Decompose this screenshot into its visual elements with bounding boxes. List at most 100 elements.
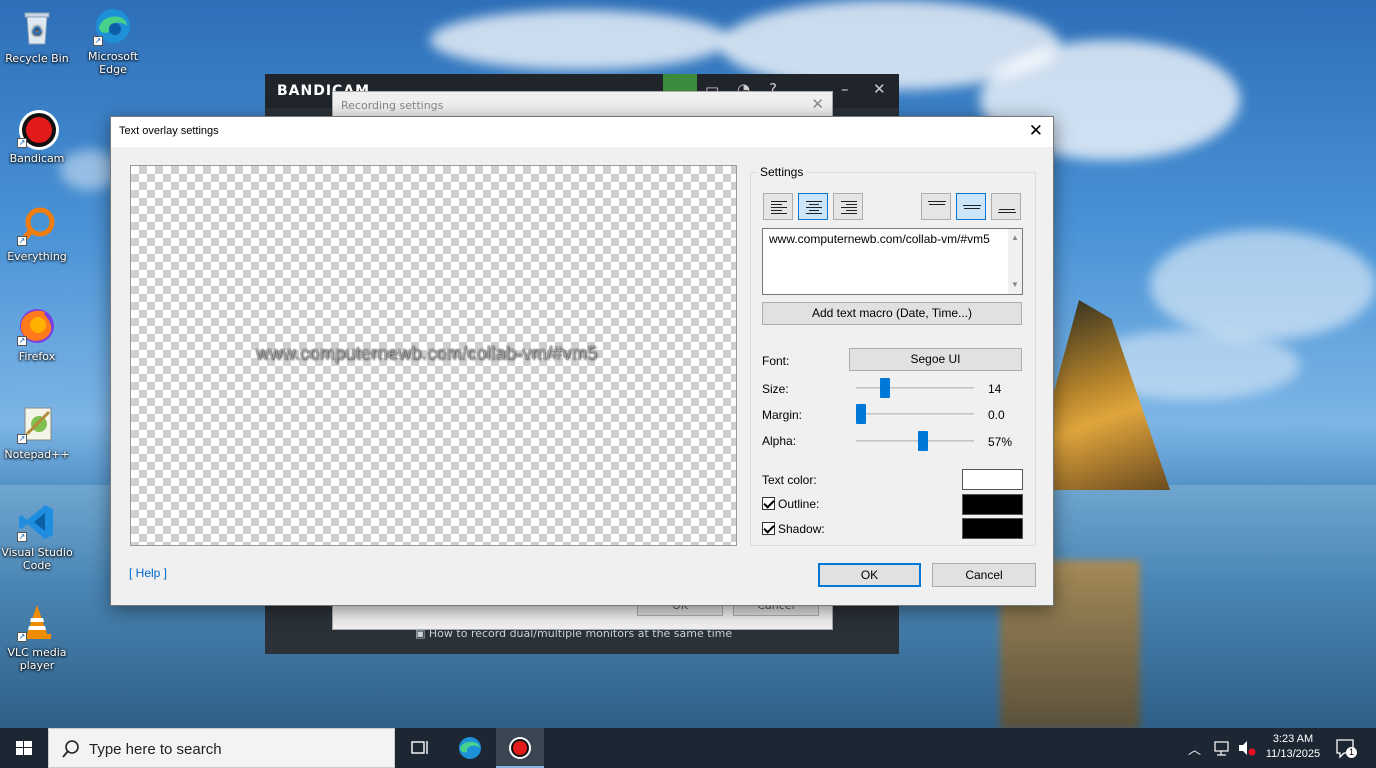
align-center-button[interactable] [798, 193, 828, 220]
clock-time: 3:23 AM [1272, 733, 1314, 745]
desktop-icon-label: Notepad++ [4, 448, 70, 461]
size-slider-track[interactable] [856, 387, 974, 389]
desktop-icon-label: Visual Studio Code [1, 546, 73, 572]
everything-search-icon: ↗ [17, 206, 57, 246]
shortcut-arrow-icon: ↗ [17, 434, 27, 444]
start-button[interactable] [0, 728, 48, 768]
desktop-icon-firefox[interactable]: ↗ Firefox [0, 306, 74, 363]
tray-overflow-icon[interactable]: ︿ [1188, 739, 1201, 768]
margin-slider-track[interactable] [856, 413, 974, 415]
overlay-text-input[interactable]: www.computernewb.com/collab-vm/#vm5 ▲ ▼ [762, 228, 1023, 295]
desktop-icon-bandicam[interactable]: ↗ Bandicam [0, 108, 74, 165]
outline-color-swatch[interactable] [962, 494, 1023, 515]
taskbar-edge[interactable] [446, 728, 494, 768]
cloud [1150, 230, 1376, 340]
volume-muted-icon[interactable] [1236, 728, 1258, 768]
margin-label: Margin: [762, 408, 803, 422]
network-icon[interactable] [1212, 728, 1234, 768]
scroll-down-icon[interactable]: ▼ [1011, 278, 1019, 292]
align-left-icon [771, 201, 787, 214]
desktop-icon-recycle-bin[interactable]: ♻ Recycle Bin [0, 8, 74, 65]
dialog-title: Text overlay settings [119, 125, 219, 137]
valign-top-button[interactable] [921, 193, 951, 220]
shortcut-arrow-icon: ↗ [17, 632, 27, 642]
overlay-preview: www.computernewb.com/collab-vm/#vm5 [130, 165, 737, 546]
shortcut-arrow-icon: ↗ [93, 36, 103, 46]
text-color-swatch[interactable] [962, 469, 1023, 490]
shadow-color-swatch[interactable] [962, 518, 1023, 539]
desktop-icon-visual-studio-code[interactable]: ↗ Visual Studio Code [0, 502, 74, 572]
shortcut-arrow-icon: ↗ [17, 138, 27, 148]
bandicam-icon: ↗ [17, 108, 59, 150]
search-placeholder: Type here to search [89, 741, 222, 758]
dialog-titlebar: Text overlay settings ✕ [111, 117, 1053, 147]
close-icon[interactable]: ✕ [811, 95, 824, 113]
task-view-button[interactable] [396, 728, 444, 768]
align-center-icon [806, 201, 822, 214]
taskbar: Type here to search ︿ 3:23 AM 11/13/2025… [0, 728, 1376, 768]
alpha-slider-thumb[interactable] [917, 431, 928, 451]
outline-label: Outline: [778, 497, 820, 511]
desktop-icon-label: Recycle Bin [5, 52, 69, 65]
valign-bottom-button[interactable] [991, 193, 1021, 220]
valign-middle-button[interactable] [956, 193, 986, 220]
text-overlay-dialog: Text overlay settings ✕ www.computernewb… [110, 116, 1054, 606]
cancel-button[interactable]: Cancel [932, 563, 1036, 587]
taskbar-bandicam[interactable] [496, 728, 544, 768]
size-value: 14 [988, 382, 1002, 396]
align-left-button[interactable] [763, 193, 793, 220]
clock-date: 11/13/2025 [1265, 748, 1321, 760]
desktop-icon-label: VLC media player [7, 646, 67, 672]
taskbar-search-box[interactable]: Type here to search [48, 728, 395, 768]
add-text-macro-button[interactable]: Add text macro (Date, Time...) [762, 302, 1022, 325]
valign-bottom-icon [998, 209, 1016, 213]
textbox-scrollbar[interactable]: ▲ ▼ [1008, 229, 1022, 294]
margin-value: 0.0 [988, 408, 1005, 422]
desktop-icon-label: Firefox [18, 350, 56, 363]
overlay-text-value: www.computernewb.com/collab-vm/#vm5 [769, 232, 990, 246]
notepad-plus-plus-icon: ↗ [17, 404, 57, 444]
system-clock[interactable]: 3:23 AM 11/13/2025 [1258, 732, 1328, 762]
font-label: Font: [762, 354, 790, 368]
recycle-bin-icon: ♻ [17, 8, 57, 48]
svg-text:♻: ♻ [32, 24, 43, 38]
font-select-button[interactable]: Segoe UI [849, 348, 1022, 371]
edge-icon [459, 737, 481, 759]
valign-middle-icon [963, 205, 981, 209]
windows-logo-icon [16, 741, 32, 755]
cloud [430, 10, 730, 70]
shadow-checkbox[interactable] [762, 522, 775, 535]
align-right-button[interactable] [833, 193, 863, 220]
desktop-icon-label: Microsoft Edge [87, 50, 139, 76]
alpha-label: Alpha: [762, 434, 797, 448]
search-icon [62, 740, 79, 758]
task-view-icon [411, 741, 428, 754]
shortcut-arrow-icon: ↗ [17, 236, 27, 246]
minimize-icon[interactable]: – [841, 80, 849, 98]
margin-slider-thumb[interactable] [856, 404, 866, 424]
bandicam-icon [509, 737, 531, 759]
valign-top-icon [928, 201, 946, 205]
alpha-slider-track[interactable] [856, 440, 974, 442]
size-slider-thumb[interactable] [879, 378, 890, 398]
recording-settings-title: Recording settings [341, 99, 444, 112]
desktop-icon-vlc[interactable]: ↗ VLC media player [0, 602, 74, 672]
settings-group-label: Settings [757, 165, 807, 179]
preview-overlay-text: www.computernewb.com/collab-vm/#vm5 [131, 343, 736, 364]
notification-center-icon[interactable]: 1 [1334, 728, 1358, 768]
help-link[interactable]: [ Help ] [129, 566, 167, 580]
vscode-icon: ↗ [17, 502, 57, 542]
scroll-up-icon[interactable]: ▲ [1011, 231, 1019, 245]
close-icon[interactable]: ✕ [1029, 121, 1043, 141]
ok-button[interactable]: OK [818, 563, 921, 587]
firefox-icon: ↗ [17, 306, 57, 346]
outline-checkbox[interactable] [762, 497, 775, 510]
text-color-label: Text color: [762, 473, 817, 487]
desktop-icon-notepad-plus-plus[interactable]: ↗ Notepad++ [0, 404, 74, 461]
vlc-cone-icon: ↗ [17, 602, 57, 642]
edge-icon: ↗ [93, 6, 133, 46]
desktop-icon-microsoft-edge[interactable]: ↗ Microsoft Edge [76, 6, 150, 76]
desktop-icon-everything[interactable]: ↗ Everything [0, 206, 74, 263]
size-label: Size: [762, 382, 789, 396]
close-icon[interactable]: ✕ [873, 80, 886, 98]
